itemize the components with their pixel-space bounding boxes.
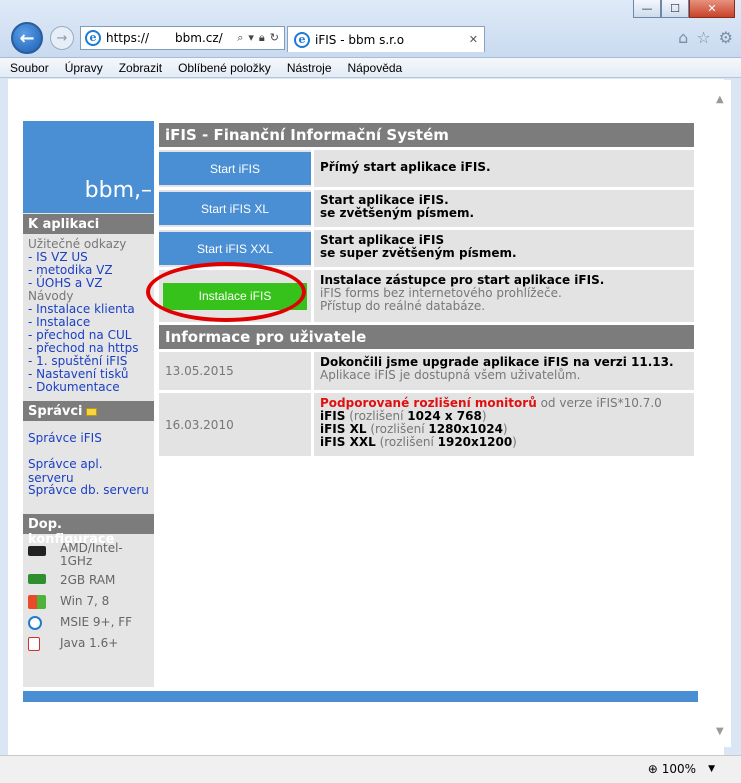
conf-item-ram: 2GB RAM [28, 574, 149, 595]
info-text-upgrade: Dokončili jsme upgrade aplikace iFIS na … [314, 352, 694, 390]
res-row-ifis-xxl: iFIS XXL (rozlišení 1920x1200) [320, 435, 517, 449]
tab-close-icon[interactable]: ✕ [469, 33, 478, 46]
k-aplikaci-heading: K aplikaci [23, 214, 154, 234]
app-desc-start-line1: Přímý start aplikace iFIS. [320, 160, 491, 174]
link-spravce-ifis[interactable]: Správce iFIS [28, 431, 149, 457]
bbm-logo: bbm,– [23, 121, 154, 213]
spravci-label: Správci [28, 404, 83, 419]
menu-napoveda[interactable]: Nápověda [348, 61, 403, 75]
conf-ram-text: 2GB RAM [60, 573, 116, 587]
ifis-heading: iFIS - Finanční Informační Systém [159, 123, 694, 147]
favorites-star-icon[interactable]: ☆ [696, 28, 710, 47]
home-icon[interactable]: ⌂ [678, 28, 688, 47]
windows-icon [28, 595, 46, 609]
refresh-icon[interactable]: ↻ [270, 31, 279, 45]
menu-upravy[interactable]: Úpravy [65, 61, 103, 75]
minimize-button[interactable]: — [633, 0, 661, 18]
menu-soubor[interactable]: Soubor [10, 61, 49, 75]
address-host: bbm.cz/ [175, 31, 223, 45]
status-bar: ⊕ 100% ▼ [0, 755, 741, 783]
info-heading: Informace pro uživatele [159, 325, 694, 349]
app-desc-xxl: Start aplikace iFIS se super zvětšeným p… [314, 230, 694, 267]
app-desc-xxl-line2: se super zvětšeným písmem. [320, 246, 517, 260]
window-controls: — ☐ ✕ [633, 0, 735, 18]
arrow-right-icon: → [56, 30, 68, 46]
maximize-button[interactable]: ☐ [661, 0, 689, 18]
ie-icon: e [85, 30, 101, 46]
app-desc-xl: Start aplikace iFIS. se zvětšeným písmem… [314, 190, 694, 227]
info-date: 16.03.2010 [159, 393, 311, 456]
menu-oblibene[interactable]: Oblíbené položky [178, 61, 271, 75]
browser-titlebar: — ☐ ✕ ← → e https:// bbm.cz/ ⌕ ▾ 🔒︎ ↻ e … [0, 0, 741, 58]
vertical-scrollbar[interactable]: ▲ ▼ [711, 80, 731, 747]
search-icon[interactable]: ⌕ [237, 31, 243, 45]
close-button[interactable]: ✕ [689, 0, 735, 18]
conf-java-text: Java 1.6+ [60, 636, 119, 650]
zoom-control[interactable]: ⊕ 100% ▼ [648, 762, 715, 776]
browser-tab[interactable]: e iFIS - bbm s.r.o ✕ [287, 26, 485, 52]
konfigurace-heading: Dop. konfigurace [23, 514, 154, 547]
info-row-upgrade: 13.05.2015 Dokončili jsme upgrade aplika… [159, 352, 694, 390]
spravci-heading: Správci [23, 401, 154, 421]
info-title-red: Podporované rozlišení monitorů [320, 396, 537, 410]
spravci-links: Správce iFIS Správce apl. serveru Správc… [23, 421, 154, 513]
chevron-down-icon[interactable]: ▼ [708, 764, 715, 774]
conf-windows-text: Win 7, 8 [60, 594, 110, 608]
ie-icon [28, 616, 42, 630]
app-desc-start: Přímý start aplikace iFIS. [314, 150, 694, 187]
app-row-xl: Start iFIS XL Start aplikace iFIS. se zv… [159, 190, 694, 227]
dropdown-icon[interactable]: ▾ [248, 31, 254, 45]
scroll-up-icon[interactable]: ▲ [716, 94, 724, 105]
mail-icon[interactable] [85, 407, 97, 416]
link-spravce-apl-serveru[interactable]: Správce apl. serveru [28, 457, 149, 485]
back-button[interactable]: ← [11, 22, 43, 54]
cpu-icon [28, 546, 46, 556]
start-ifis-xl-button[interactable]: Start iFIS XL [159, 192, 311, 225]
menu-zobrazit[interactable]: Zobrazit [119, 61, 162, 75]
tab-title: iFIS - bbm s.r.o [315, 32, 405, 47]
arrow-left-icon: ← [19, 27, 35, 49]
zoom-level: 100% [661, 762, 697, 776]
konfigurace-list: AMD/Intel-1GHz 2GB RAM Win 7, 8 MSIE 9+,… [23, 534, 154, 658]
footer-bar [23, 691, 698, 702]
info-text-resolution: Podporované rozlišení monitorů od verze … [314, 393, 694, 456]
link-dokumentace[interactable]: - Dokumentace [28, 381, 149, 394]
app-desc-install-line3: Přístup do reálné databáze. [320, 299, 486, 313]
gear-icon[interactable]: ⚙ [719, 28, 733, 47]
zoom-icon: ⊕ [647, 762, 658, 776]
start-ifis-xxl-button[interactable]: Start iFIS XXL [159, 232, 311, 265]
ie-tab-icon: e [294, 31, 310, 48]
app-desc-xl-line2: se zvětšeným písmem. [320, 206, 475, 220]
forward-button[interactable]: → [50, 26, 74, 50]
info-title-rest: od verze iFIS*10.7.0 [536, 396, 662, 410]
menu-bar: Soubor Úpravy Zobrazit Oblíbené položky … [0, 58, 741, 78]
app-row-start: Start iFIS Přímý start aplikace iFIS. [159, 150, 694, 187]
conf-item-windows: Win 7, 8 [28, 595, 149, 616]
logo-text: bbm,– [84, 178, 152, 203]
address-url: https:// [106, 31, 150, 45]
conf-item-java: Java 1.6+ [28, 637, 149, 658]
start-ifis-button[interactable]: Start iFIS [159, 152, 311, 185]
lock-icon[interactable]: 🔒︎ [259, 31, 265, 45]
red-highlight-ellipse [146, 262, 306, 322]
ram-icon [28, 574, 46, 584]
link-spravce-db-serveru[interactable]: Správce db. serveru [28, 483, 149, 509]
app-desc-install: Instalace zástupce pro start aplikace iF… [314, 270, 694, 322]
info-date: 13.05.2015 [159, 352, 311, 390]
java-icon [28, 637, 40, 651]
k-aplikaci-links: Užitečné odkazy - IS VZ US - metodika VZ… [23, 234, 154, 400]
sidebar: bbm,– K aplikaci Užitečné odkazy - IS VZ… [23, 121, 154, 687]
info-sub: Aplikace iFIS je dostupná všem uživatelů… [320, 368, 581, 382]
menu-nastroje[interactable]: Nástroje [287, 61, 332, 75]
conf-cpu-text: AMD/Intel-1GHz [60, 541, 123, 568]
scroll-down-icon[interactable]: ▼ [716, 726, 724, 737]
conf-browser-text: MSIE 9+, FF [60, 615, 133, 629]
address-bar[interactable]: e https:// bbm.cz/ ⌕ ▾ 🔒︎ ↻ [80, 26, 285, 50]
info-row-resolution: 16.03.2010 Podporované rozlišení monitor… [159, 393, 694, 456]
conf-item-browser: MSIE 9+, FF [28, 616, 149, 637]
